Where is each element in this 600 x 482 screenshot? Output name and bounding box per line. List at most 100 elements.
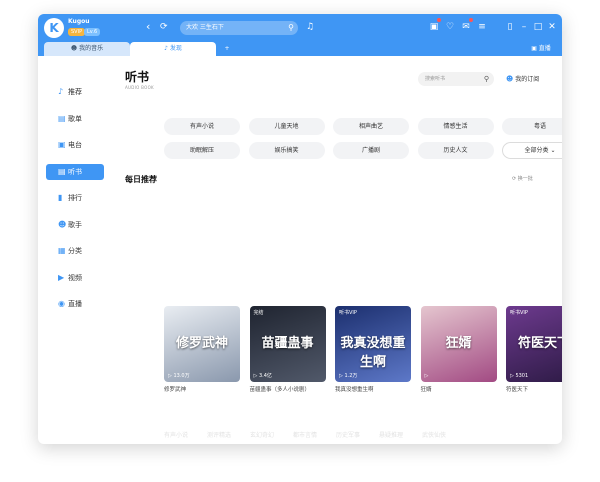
audiobook-search-input[interactable]: 搜索听书 ⚲ [418,72,494,86]
book-card[interactable]: 听书VIP 符医天下 ▷ 5301 符医天下 [506,306,562,394]
sidebar-item-5[interactable]: ☻ 歌手 [46,217,104,233]
faded-category-row: 有声小说 测评精选 玄幻奇幻 都市言情 历史军事 悬疑推理 武侠仙侠 [114,410,562,444]
my-subscriptions-link[interactable]: ☻ 我的订阅 [506,73,539,86]
category-chip[interactable]: 广播剧 [333,142,409,159]
play-count-value: 1.2万 [344,373,358,379]
sidebar-item-3[interactable]: ▤ 听书 [46,163,104,180]
play-count: ▷ 3.4亿 [253,373,272,379]
faded-label: 玄幻奇幻 [250,432,275,439]
all-categories-button[interactable]: 全部分类 ⌄ [502,142,562,159]
book-name[interactable]: 苗疆蛊事（多人小说剧） [250,386,326,394]
search-icon[interactable]: ⚲ [288,21,294,35]
playlist-icon: ▤ [58,113,66,123]
book-name[interactable]: 修罗武神 [164,386,240,394]
book-card[interactable]: 修罗武神 ▷ 13.0万 修罗武神 [164,306,240,394]
mic-icon[interactable]: ♫ [304,20,316,34]
refresh-icon: ⟳ [512,176,517,182]
play-count: ▷ 1.2万 [339,373,358,379]
vip-icon[interactable]: ♡ [444,20,456,34]
sidebar-item-label: 推荐 [68,88,82,96]
book-card[interactable]: 狂婿 ▷ 狂婿 [420,306,497,394]
tab-discover[interactable]: ♪ 发现 [130,42,216,56]
book-card[interactable]: 完结 苗疆蛊事 ▷ 3.4亿苗疆蛊事（多人小说剧） [249,306,326,394]
ranking-icon: ▮ [58,193,63,202]
book-cover[interactable]: 修罗武神 ▷ 13.0万 [164,306,240,382]
audiobook-search-placeholder: 搜索听书 [425,76,446,82]
book-name[interactable]: 符医天下 [506,386,562,394]
sidebar-item-label: 分类 [68,247,82,255]
mail-icon[interactable]: ✉ [460,20,472,34]
faded-label: 有声小说 [164,432,189,439]
play-count-value: 13.0万 [173,373,190,379]
live-icon: ◉ [58,299,65,308]
cover-title: 狂婿 [445,336,472,351]
close-icon[interactable]: ✕ [546,20,558,34]
book-cover[interactable]: 听书VIP 符医天下 ▷ 5301 [506,306,562,382]
sidebar-item-6[interactable]: ▦ 分类 [46,243,104,259]
tab-bar: ☻ 我的音乐 ♪ 发现 + ▣ 直播 [38,42,562,56]
refresh-icon[interactable]: ⟳ [160,20,168,34]
tab-live[interactable]: ▣ 直播 [524,42,558,56]
minimize-icon[interactable]: – [518,20,530,34]
app-window: K Kugou SVIP Lv.6 ‹ ⟳ 大欢 三生石下 ⚲ ♫ ▣ ♡ ✉ … [38,14,562,444]
faded-label: 都市言情 [293,432,318,439]
faded-label: 武侠仙侠 [422,432,447,439]
level-badge[interactable]: Lv.6 [84,28,101,36]
cover-title: 修罗武神 [175,336,228,351]
tab-my-music[interactable]: ☻ 我的音乐 [44,42,130,56]
category-chip[interactable]: 历史人文 [417,142,494,159]
sidebar-item-4[interactable]: ▮ 排行 [46,190,104,206]
category-chip[interactable]: 有声小说 [164,118,240,135]
sidebar-item-8[interactable]: ◉ 直播 [46,296,104,312]
maximize-icon[interactable]: □ [532,20,544,34]
search-input[interactable]: 大欢 三生石下 ⚲ [180,21,298,35]
chevron-down-icon: ⌄ [550,147,556,154]
book-cover[interactable]: 听书VIP 我真没想重生啊 ▷ 1.2万 [335,306,411,382]
category-chip[interactable]: 儿童天地 [248,118,325,135]
tab-add-icon[interactable]: + [220,42,234,56]
book-cover[interactable]: 狂婿 ▷ [420,306,497,382]
sidebar-item-7[interactable]: ▶ 视频 [46,270,104,286]
sidebar-item-label: 电台 [68,141,82,149]
menu-icon[interactable]: ≡ [476,20,488,34]
vip-badge[interactable]: SVIP [68,28,86,36]
cover-title: 符医天下 [517,336,562,351]
book-card[interactable]: 听书VIP 我真没想重生啊 ▷ 1.2万 我真没想重生啊 [335,306,411,394]
cover-title: 我真没想重生啊 [340,336,406,370]
cover-tag: 听书VIP [339,310,357,316]
kugou-logo-icon[interactable]: K [44,18,64,38]
refresh-batch-button[interactable]: ⟳ 换一批 [512,174,533,184]
category-chip[interactable]: 粤语 [502,118,562,135]
book-name[interactable]: 狂婿 [421,386,497,394]
play-count: ▷ 13.0万 [168,373,190,379]
person-icon: ☻ [506,75,514,83]
sidebar-item-label: 排行 [68,194,82,202]
recommend-icon: ♪ [58,87,64,96]
mini-player-icon[interactable]: ▯ [504,20,516,34]
category-chip[interactable]: 娱乐搞笑 [248,142,325,159]
mail-dot [469,18,473,22]
book-name[interactable]: 我真没想重生啊 [335,386,411,394]
category-chip[interactable]: 助眠解压 [164,142,240,159]
cover-tag: 听书VIP [510,310,528,316]
play-count: ▷ 5301 [510,373,529,379]
sidebar-item-0[interactable]: ♪ 推荐 [46,84,104,100]
sidebar: ♪ 推荐 ▤ 歌单 ▣ 电台 ▤ 听书 ▮ 排行 ☻ 歌手 ▦ 分类 ▶ 视频 ◉ 直播 [38,56,114,444]
skin-icon[interactable]: ▣ [428,20,440,34]
sidebar-item-label: 直播 [68,300,82,308]
book-cover[interactable]: 完结 苗疆蛊事 ▷ 3.4亿 [249,306,326,382]
page-subtitle: AUDIO BOOK [125,85,154,90]
sidebar-item-2[interactable]: ▣ 电台 [46,137,104,153]
sidebar-item-1[interactable]: ▤ 歌单 [46,111,104,127]
back-icon[interactable]: ‹ [146,20,150,34]
category-chip[interactable]: 相声曲艺 [333,118,409,135]
sidebar-item-label: 歌单 [68,114,82,123]
faded-label: 悬疑推理 [379,432,404,439]
audiobook-icon: ▤ [58,166,66,176]
category-chip[interactable]: 情感生活 [417,118,494,135]
faded-label: 历史军事 [336,432,361,439]
faded-label: 测评精选 [207,432,232,439]
video-icon: ▶ [58,272,65,282]
search-icon[interactable]: ⚲ [484,72,489,86]
play-count-value: 3.4亿 [258,373,272,379]
